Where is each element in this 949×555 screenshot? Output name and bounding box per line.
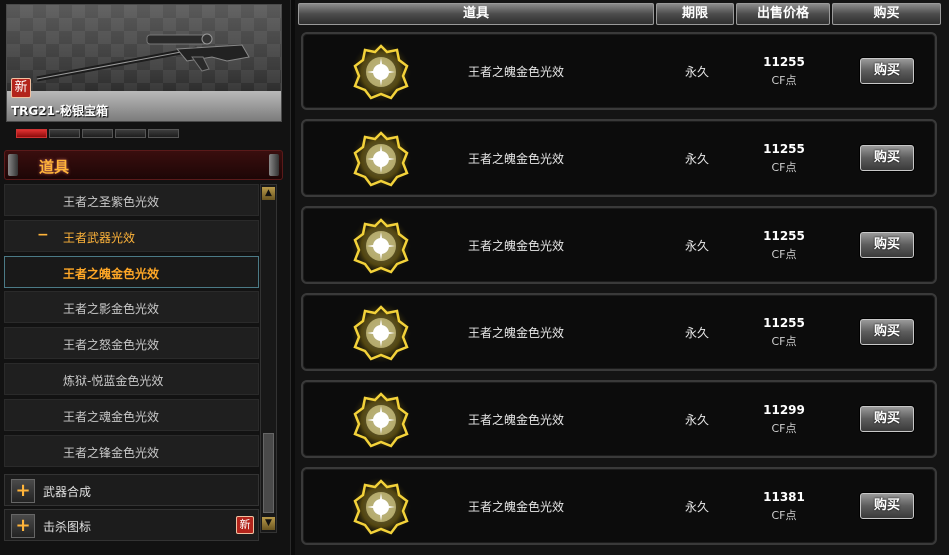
new-badge: 新 [11, 78, 31, 98]
header-cap-right [269, 154, 279, 176]
gold-aura-icon [349, 214, 413, 278]
item-period: 永久 [685, 413, 710, 427]
price-unit: CF点 [771, 248, 797, 261]
price-unit: CF点 [771, 422, 797, 435]
shop-panel: 道具 期限 出售价格 购买 王者之魄金色光效 永久 11255 CF点 购买 王… [295, 0, 949, 555]
sidebar-scrollbar[interactable]: ▲ ▼ [260, 184, 277, 533]
item-period: 永久 [685, 65, 710, 79]
gold-aura-icon [349, 301, 413, 365]
item-name: 王者之魄金色光效 [468, 326, 565, 340]
item-name: 王者之魄金色光效 [468, 500, 565, 514]
scroll-up-icon[interactable]: ▲ [262, 187, 275, 200]
pager-dot[interactable] [82, 129, 113, 138]
item-price: 11299 [763, 403, 805, 417]
category-kill-icon[interactable]: + 击杀图标 新 [4, 509, 259, 541]
column-header-period: 期限 [656, 3, 734, 25]
sidebar-item-label: 王者之魄金色光效 [63, 266, 160, 281]
left-panel: 新 TRG21-秘银宝箱 道具 王者之圣紫色光效 − 王者武器光效王者之魄金色光效王… [0, 0, 291, 555]
table-header: 道具 期限 出售价格 购买 [298, 3, 941, 25]
item-period: 永久 [685, 239, 710, 253]
buy-button[interactable]: 购买 [860, 319, 914, 345]
category-header: 道具 [4, 150, 283, 180]
table-row: 王者之魄金色光效 永久 11255 CF点 购买 [301, 206, 937, 284]
pager-dot[interactable] [16, 129, 47, 138]
gold-aura-icon [349, 40, 413, 104]
scroll-down-icon[interactable]: ▼ [262, 517, 275, 530]
buy-button[interactable]: 购买 [860, 58, 914, 84]
collapse-minus-icon[interactable]: − [37, 227, 49, 243]
column-header-item: 道具 [298, 3, 654, 25]
category-label: 击杀图标 [43, 520, 92, 534]
sidebar-item[interactable]: 王者之影金色光效 [4, 291, 259, 324]
pager-dot[interactable] [148, 129, 179, 138]
sidebar-item[interactable]: 炼狱-悦蓝金色光效 [4, 362, 259, 395]
price-unit: CF点 [771, 509, 797, 522]
price-unit: CF点 [771, 74, 797, 87]
category-title: 道具 [39, 158, 70, 176]
category-label: 武器合成 [43, 485, 92, 499]
scroll-thumb[interactable] [263, 433, 274, 513]
sidebar-list: 王者之圣紫色光效 − 王者武器光效王者之魄金色光效 王者之影金色光效 王者之怒金色光效炼… [4, 184, 259, 470]
sidebar-item-label: 王者之影金色光效 [63, 302, 160, 317]
price-unit: CF点 [771, 161, 797, 174]
header-cap-left [8, 154, 18, 176]
table-row: 王者之魄金色光效 永久 11255 CF点 购买 [301, 119, 937, 197]
item-name: 王者之魄金色光效 [468, 239, 565, 253]
table-row: 王者之魄金色光效 永久 11255 CF点 购买 [301, 293, 937, 371]
expand-plus-icon[interactable]: + [11, 479, 35, 503]
table-row: 王者之魄金色光效 永久 11299 CF点 购买 [301, 380, 937, 458]
sidebar-item[interactable]: 王者之圣紫色光效 [4, 184, 259, 216]
sidebar-item-label: 王者之怒金色光效 [63, 338, 160, 353]
sidebar-item[interactable]: 王者之怒金色光效 [4, 327, 259, 360]
item-price: 11255 [763, 142, 805, 156]
sniper-rifle-icon [36, 33, 250, 82]
column-header-buy: 购买 [832, 3, 941, 25]
gold-aura-icon [349, 475, 413, 539]
item-name: 王者之魄金色光效 [468, 65, 565, 79]
gold-aura-icon [349, 127, 413, 191]
item-period: 永久 [685, 326, 710, 340]
sidebar-item-label: 王者之魂金色光效 [63, 409, 160, 424]
table-row: 王者之魄金色光效 永久 11255 CF点 购买 [301, 32, 937, 110]
item-preview: 新 TRG21-秘银宝箱 [6, 4, 282, 122]
item-period: 永久 [685, 152, 710, 166]
preview-item-name: TRG21-秘银宝箱 [11, 104, 108, 118]
category-weapon-synthesis[interactable]: + 武器合成 [4, 474, 259, 506]
buy-button[interactable]: 购买 [860, 232, 914, 258]
item-period: 永久 [685, 500, 710, 514]
sidebar-item[interactable]: 王者之锋金色光效 [4, 434, 259, 467]
item-price: 11381 [763, 490, 805, 504]
sidebar-item[interactable]: 王者之魄金色光效 [4, 255, 259, 288]
pager-dot[interactable] [115, 129, 146, 138]
new-badge: 新 [236, 516, 254, 534]
item-name: 王者之魄金色光效 [468, 413, 565, 427]
item-price: 11255 [763, 229, 805, 243]
sidebar-group[interactable]: − 王者武器光效 [4, 219, 259, 252]
sidebar-item[interactable]: 王者之魂金色光效 [4, 398, 259, 431]
price-unit: CF点 [771, 335, 797, 348]
expand-plus-icon[interactable]: + [11, 514, 35, 538]
sidebar-item-label: 王者武器光效 [63, 230, 136, 245]
column-header-price: 出售价格 [736, 3, 830, 25]
sidebar-item-label: 炼狱-悦蓝金色光效 [63, 373, 164, 388]
buy-button[interactable]: 购买 [860, 406, 914, 432]
item-price: 11255 [763, 316, 805, 330]
buy-button[interactable]: 购买 [860, 493, 914, 519]
pager-dot[interactable] [49, 129, 80, 138]
preview-pager [16, 129, 179, 138]
item-name: 王者之魄金色光效 [468, 152, 565, 166]
sidebar-item-label: 王者之圣紫色光效 [63, 195, 160, 209]
buy-button[interactable]: 购买 [860, 145, 914, 171]
table-row: 王者之魄金色光效 永久 11381 CF点 购买 [301, 467, 937, 545]
gold-aura-icon [349, 388, 413, 452]
sidebar-item-label: 王者之锋金色光效 [63, 445, 160, 460]
item-price: 11255 [763, 55, 805, 69]
